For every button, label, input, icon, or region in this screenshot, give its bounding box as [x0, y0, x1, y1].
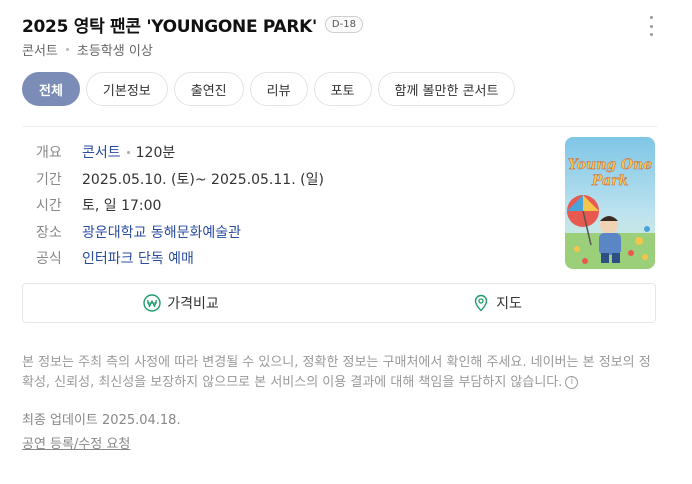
period-value: 2025.05.10. (토)~ 2025.05.11. (일) [82, 171, 324, 188]
tab-cast[interactable]: 출연진 [173, 72, 244, 106]
tab-photo[interactable]: 포토 [313, 72, 372, 106]
disclaimer-body: 본 정보는 주최 측의 사정에 따라 변경될 수 있으니, 정확한 정보는 구매… [22, 355, 651, 390]
time-row: 시간 토, 일 17:00 [36, 192, 324, 219]
overview-row: 개요 콘서트 120분 [36, 139, 324, 166]
title-row: 2025 영탁 팬콘 'YOUNGONE PARK' D-18 [22, 12, 363, 37]
poster-title-line1: Young One [568, 157, 653, 173]
tab-related-concerts[interactable]: 함께 볼만한 콘서트 [377, 72, 516, 106]
separator-dot [126, 150, 130, 154]
info-section: 개요 콘서트 120분 기간 2025.05.10. (토)~ 2025.05.… [22, 126, 658, 323]
venue-link[interactable]: 광운대학교 동해문화예술관 [82, 222, 241, 242]
map-label: 지도 [496, 296, 522, 312]
price-compare-label: 가격비교 [167, 296, 219, 312]
official-booking-link[interactable]: 인터파크 단독 예매 [82, 248, 194, 268]
map-button[interactable]: 지도 [339, 284, 655, 322]
disclaimer-text: 본 정보는 주최 측의 사정에 따라 변경될 수 있으니, 정확한 정보는 구매… [22, 353, 662, 392]
last-updated: 최종 업데이트 2025.04.18. [22, 413, 181, 428]
overview-key: 개요 [36, 145, 62, 162]
report-edit-link[interactable]: 공연 등록/수정 요청 [22, 433, 130, 452]
price-compare-button[interactable]: 가격비교 [23, 284, 339, 322]
info-icon[interactable]: i [565, 375, 579, 389]
overview-runtime: 120분 [135, 145, 176, 162]
overview-category-link[interactable]: 콘서트 [82, 142, 121, 162]
time-key: 시간 [36, 198, 62, 215]
action-bar: 가격비교 지도 [22, 283, 656, 323]
period-key: 기간 [36, 171, 62, 188]
official-row: 공식 인터파크 단독 예매 [36, 245, 324, 272]
info-rows: 개요 콘서트 120분 기간 2025.05.10. (토)~ 2025.05.… [36, 139, 324, 272]
separator-dot [65, 48, 69, 51]
poster-title-line2: Park [591, 173, 629, 189]
venue-key: 장소 [36, 224, 62, 241]
page-title: 2025 영탁 팬콘 'YOUNGONE PARK' [22, 17, 317, 37]
tab-bar: 전체 기본정보 출연진 리뷰 포토 함께 볼만한 콘서트 [22, 72, 516, 106]
concert-info-card: 2025 영탁 팬콘 'YOUNGONE PARK' D-18 콘서트 초등학생… [0, 0, 670, 470]
tab-review[interactable]: 리뷰 [249, 72, 308, 106]
won-icon [143, 294, 161, 312]
poster-illustration: Young One Park [565, 137, 655, 269]
official-key: 공식 [36, 251, 62, 268]
tab-basic-info[interactable]: 기본정보 [85, 72, 168, 106]
tab-all[interactable]: 전체 [22, 72, 80, 106]
venue-row: 장소 광운대학교 동해문화예술관 [36, 219, 324, 246]
dday-badge: D-18 [324, 16, 363, 33]
time-value: 토, 일 17:00 [82, 198, 162, 215]
age-rating-text: 초등학생 이상 [76, 44, 153, 59]
period-row: 기간 2025.05.10. (토)~ 2025.05.11. (일) [36, 166, 324, 193]
more-vertical-icon[interactable] [646, 16, 656, 36]
map-pin-icon [474, 294, 488, 312]
category-text: 콘서트 [22, 44, 58, 59]
subtitle: 콘서트 초등학생 이상 [22, 40, 153, 59]
poster-image[interactable]: Young One Park [565, 137, 655, 269]
